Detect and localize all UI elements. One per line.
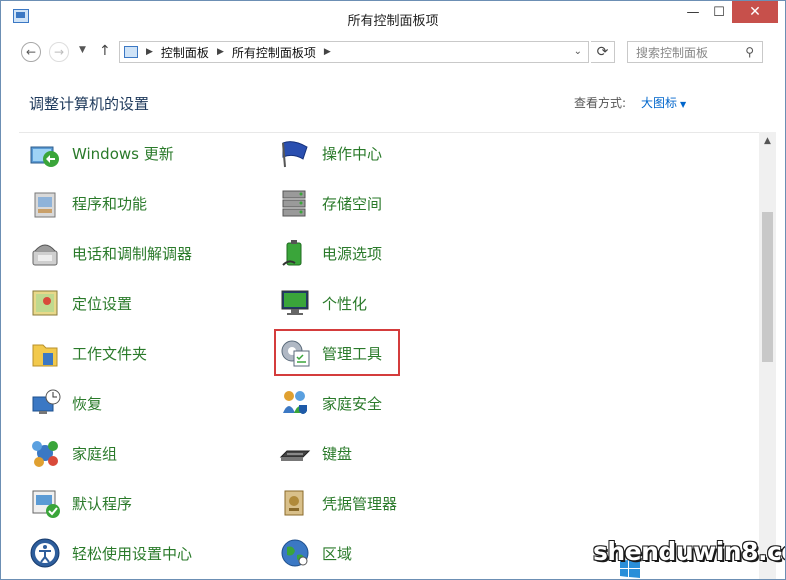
item-region[interactable]: 区域 — [279, 535, 352, 571]
item-phone-modem[interactable]: 电话和调制解调器 — [29, 235, 192, 271]
item-label: 工作文件夹 — [72, 344, 148, 363]
homegroup-icon — [29, 437, 61, 469]
item-label: 区域 — [322, 544, 353, 563]
scroll-thumb[interactable] — [762, 212, 773, 362]
vertical-scrollbar[interactable]: ▲ — [759, 132, 776, 579]
item-credential-manager[interactable]: 凭据管理器 — [279, 485, 397, 521]
item-work-folders[interactable]: 工作文件夹 — [29, 335, 147, 371]
item-action-center[interactable]: 操作中心 — [279, 135, 382, 171]
region-globe-icon — [279, 537, 311, 569]
item-label: 操作中心 — [322, 144, 383, 163]
programs-features-icon — [29, 187, 61, 219]
item-label: 轻松使用设置中心 — [72, 544, 193, 563]
breadcrumb-separator-icon[interactable]: ▶ — [217, 47, 224, 57]
item-storage-spaces[interactable]: 存储空间 — [279, 185, 382, 221]
search-icon[interactable]: ⚲ — [745, 45, 754, 59]
item-label: 电话和调制解调器 — [72, 244, 193, 263]
windows-update-icon — [29, 137, 61, 169]
view-by-label: 查看方式: — [574, 96, 627, 110]
back-button[interactable]: ← — [21, 42, 41, 62]
up-button[interactable]: ↑ — [99, 43, 111, 59]
default-programs-icon — [29, 487, 61, 519]
search-input[interactable]: 搜索控制面板 ⚲ — [627, 41, 763, 63]
item-label: 恢复 — [72, 394, 103, 413]
search-placeholder: 搜索控制面板 — [636, 45, 709, 60]
item-label: 程序和功能 — [72, 194, 148, 213]
scroll-up-arrow-icon[interactable]: ▲ — [759, 132, 776, 149]
control-panel-small-icon — [124, 46, 138, 58]
minimize-button[interactable]: — — [681, 1, 705, 23]
item-label: 键盘 — [322, 444, 353, 463]
item-location-settings[interactable]: 定位设置 — [29, 285, 132, 321]
watermark-text: shenduwin8.com — [593, 537, 785, 566]
forward-button[interactable]: → — [49, 42, 69, 62]
recent-locations-chevron-icon[interactable]: ▼ — [79, 45, 86, 55]
item-programs-features[interactable]: 程序和功能 — [29, 185, 147, 221]
view-by-value: 大图标 — [641, 96, 678, 110]
address-history-chevron-icon[interactable]: ⌄ — [574, 46, 582, 57]
recovery-icon — [29, 387, 61, 419]
item-homegroup[interactable]: 家庭组 — [29, 435, 117, 471]
item-label: 家庭组 — [72, 444, 118, 463]
breadcrumb-control-panel[interactable]: 控制面板 — [161, 44, 209, 61]
window-title: 所有控制面板项 — [347, 14, 439, 29]
breadcrumb-separator-icon[interactable]: ▶ — [146, 47, 153, 57]
highlight-box — [274, 329, 400, 376]
maximize-button[interactable]: ☐ — [707, 1, 731, 23]
item-label: Windows 更新 — [72, 144, 174, 163]
header-divider — [19, 132, 759, 133]
work-folders-icon — [29, 337, 61, 369]
navigation-bar: ← → ▼ ↑ ▶ 控制面板 ▶ 所有控制面板项 ▶ ⌄ ⟳ 搜索控制面板 ⚲ — [1, 35, 785, 69]
family-safety-icon — [279, 387, 311, 419]
item-ease-of-access[interactable]: 轻松使用设置中心 — [29, 535, 192, 571]
personalization-icon — [279, 287, 311, 319]
item-windows-update[interactable]: Windows 更新 — [29, 135, 174, 171]
item-recovery[interactable]: 恢复 — [29, 385, 102, 421]
control-panel-window: 所有控制面板项 — ☐ ✕ ← → ▼ ↑ ▶ 控制面板 ▶ 所有控制面板项 ▶… — [0, 0, 786, 580]
item-keyboard[interactable]: 键盘 — [279, 435, 352, 471]
item-personalization[interactable]: 个性化 — [279, 285, 367, 321]
power-options-icon — [279, 237, 311, 269]
item-label: 个性化 — [322, 294, 368, 313]
item-family-safety[interactable]: 家庭安全 — [279, 385, 382, 421]
view-by-dropdown[interactable]: 大图标 ▼ — [641, 94, 686, 111]
refresh-button[interactable]: ⟳ — [591, 41, 615, 63]
page-subtitle: 调整计算机的设置 — [29, 95, 150, 113]
location-settings-icon — [29, 287, 61, 319]
item-label: 存储空间 — [322, 194, 383, 213]
phone-modem-icon — [29, 237, 61, 269]
item-power-options[interactable]: 电源选项 — [279, 235, 382, 271]
ease-of-access-icon — [29, 537, 61, 569]
title-bar: 所有控制面板项 — ☐ ✕ — [1, 1, 785, 35]
credential-manager-icon — [279, 487, 311, 519]
breadcrumb-separator-icon[interactable]: ▶ — [324, 47, 331, 57]
item-default-programs[interactable]: 默认程序 — [29, 485, 132, 521]
action-center-flag-icon — [279, 137, 311, 169]
keyboard-icon — [279, 437, 311, 469]
item-label: 默认程序 — [72, 494, 133, 513]
breadcrumb-all-items[interactable]: 所有控制面板项 — [232, 44, 316, 61]
item-label: 凭据管理器 — [322, 494, 398, 513]
chevron-down-icon: ▼ — [680, 100, 687, 109]
storage-spaces-icon — [279, 187, 311, 219]
item-label: 定位设置 — [72, 294, 133, 313]
address-bar[interactable]: ▶ 控制面板 ▶ 所有控制面板项 ▶ ⌄ — [119, 41, 589, 63]
item-label: 电源选项 — [322, 244, 383, 263]
item-label: 家庭安全 — [322, 394, 383, 413]
close-button[interactable]: ✕ — [732, 1, 778, 23]
